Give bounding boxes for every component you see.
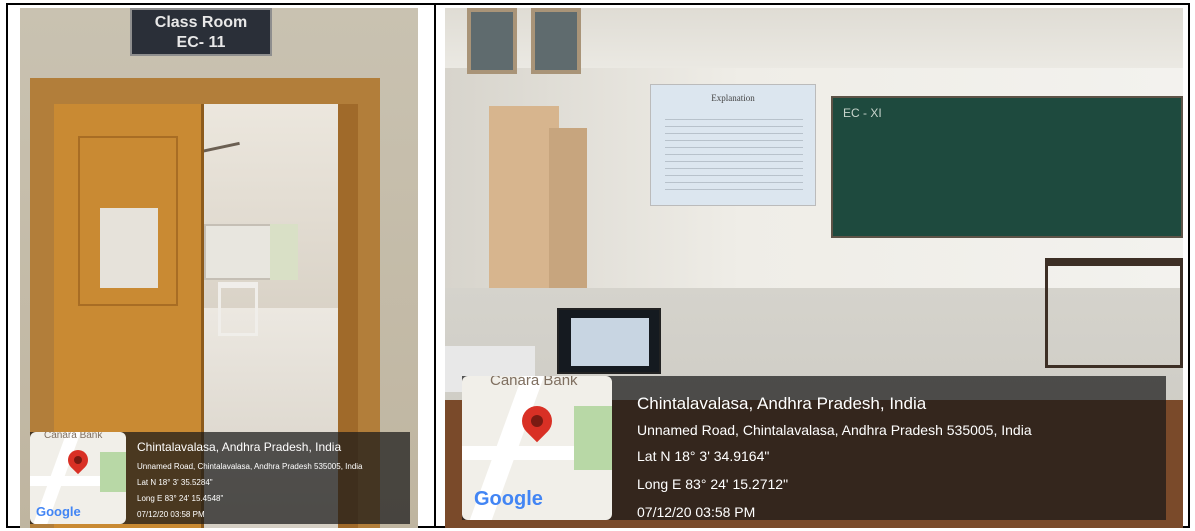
address: Unnamed Road, Chintalavalasa, Andhra Pra…	[137, 462, 363, 471]
gps-overlay: Canara Bank Google Chintalavalasa, Andhr…	[462, 376, 1166, 520]
window-vent	[531, 8, 581, 74]
blackboard: EC - XI	[831, 96, 1183, 238]
map-thumbnail: Canara Bank Google	[30, 432, 126, 524]
laptop-screen	[571, 318, 649, 366]
laptop	[557, 308, 661, 374]
gps-overlay: Canara Bank Google Chintalavalasa, Andhr…	[30, 432, 410, 524]
sign-line-2: EC- 11	[176, 34, 226, 51]
table	[1045, 258, 1183, 368]
location-title: Chintalavalasa, Andhra Pradesh, India	[637, 394, 927, 413]
location-title: Chintalavalasa, Andhra Pradesh, India	[137, 440, 342, 454]
classroom-door-photo: Class Room EC- 11 Canara Bank Google Chi…	[20, 8, 418, 528]
projection-screen: Explanation	[650, 84, 816, 206]
map-label: Canara Bank	[44, 432, 103, 441]
window-vent	[467, 8, 517, 74]
chair	[218, 282, 258, 336]
door-notice	[100, 208, 158, 288]
blackboard-text: EC - XI	[843, 106, 882, 120]
latitude: Lat N 18° 3' 34.9164"	[637, 448, 770, 464]
projection-title: Explanation	[711, 93, 755, 103]
latitude: Lat N 18° 3' 35.5284"	[137, 478, 213, 487]
address: Unnamed Road, Chintalavalasa, Andhra Pra…	[637, 422, 1032, 438]
timestamp: 07/12/20 03:58 PM	[137, 510, 205, 519]
longitude: Long E 83° 24' 15.4548"	[137, 494, 224, 503]
sign-line-1: Class Room	[154, 14, 248, 31]
classroom-sign: Class Room EC- 11	[130, 8, 272, 56]
google-logo: Google	[474, 488, 543, 510]
longitude: Long E 83° 24' 15.2712"	[637, 476, 789, 492]
map-thumbnail: Canara Bank Google	[462, 376, 612, 520]
google-logo: Google	[36, 504, 81, 519]
projection-text-lines	[665, 113, 803, 193]
photo-divider	[434, 3, 436, 528]
timestamp: 07/12/20 03:58 PM	[637, 504, 756, 520]
map-label: Canara Bank	[490, 376, 578, 389]
window-foliage	[270, 224, 298, 280]
classroom-interior-photo: Explanation EC - XI Canara Bank Google C…	[445, 8, 1183, 528]
